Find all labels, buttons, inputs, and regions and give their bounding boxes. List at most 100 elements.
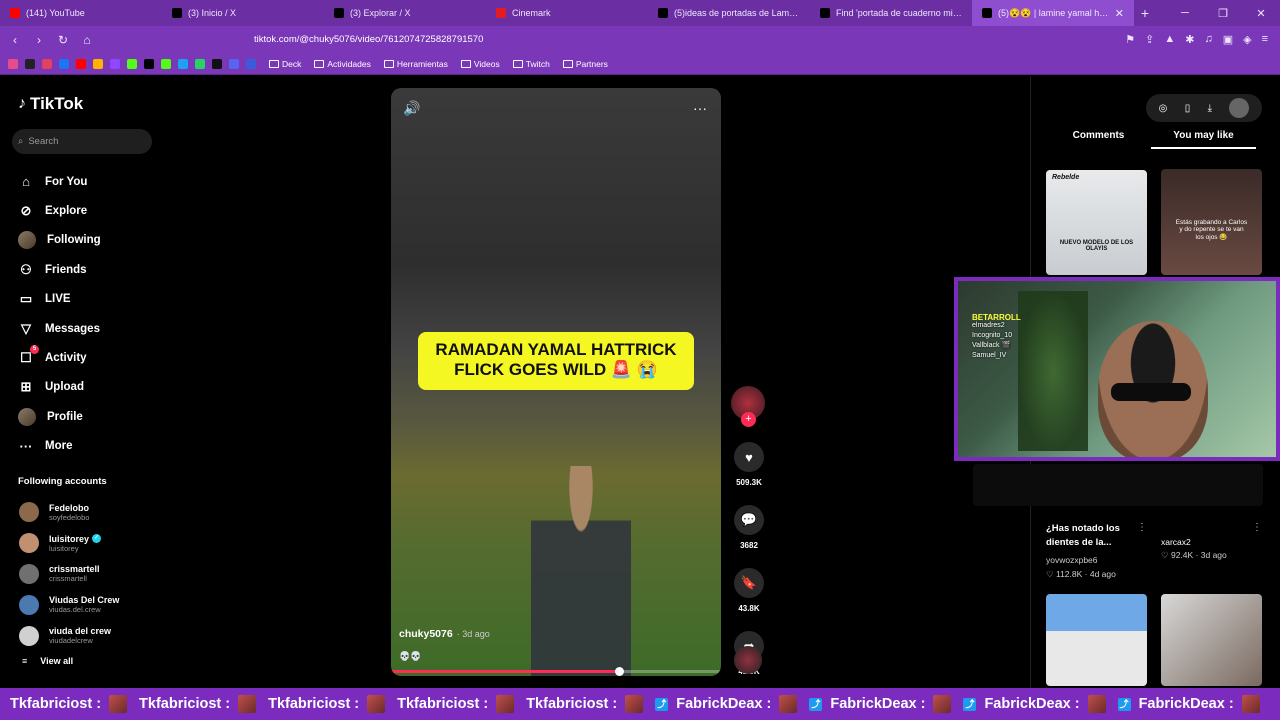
bookmark-folder[interactable]: Actividades: [314, 59, 371, 69]
bookmark-folder[interactable]: Deck: [269, 59, 301, 69]
back-icon[interactable]: ‹: [8, 33, 22, 47]
reload-icon[interactable]: ↻: [56, 33, 70, 47]
bookmark-favicon-icon[interactable]: [161, 58, 171, 69]
url-text[interactable]: tiktok.com/@chuky5076/video/761207472582…: [254, 34, 1115, 45]
tab-comments[interactable]: Comments: [1046, 130, 1151, 149]
following-account[interactable]: Viudas Del Crew viudas.del.crew: [19, 589, 119, 620]
nav-activity[interactable]: ☐ 5 Activity: [18, 343, 101, 372]
following-account[interactable]: viuda del crew viudadelcrew: [19, 620, 119, 651]
nav-messages[interactable]: ▽ Messages: [18, 314, 101, 343]
more-icon[interactable]: ⋮: [1137, 522, 1147, 533]
bookmark-favicon-icon[interactable]: [8, 58, 18, 69]
phone-icon[interactable]: ▯: [1185, 103, 1191, 114]
tab-you-may-like[interactable]: You may like: [1151, 130, 1256, 149]
user-avatar[interactable]: [1229, 98, 1250, 118]
reader-icon[interactable]: ⚑: [1125, 33, 1135, 46]
bookmark-favicon-icon[interactable]: [59, 58, 69, 69]
following-accounts-list: Fedelobo soyfedelobo luisitorey ✓ luisitorey…: [19, 497, 119, 651]
bookmark-favicon-icon[interactable]: [76, 58, 86, 69]
search-input[interactable]: ⌕ Search: [12, 129, 152, 154]
bookmark-favicon-icon[interactable]: [25, 58, 35, 69]
recommended-thumbnail[interactable]: Rebelde NUEVO MODELO DE LOS OLAYIS: [1046, 170, 1147, 275]
video-progress-bar[interactable]: [391, 667, 721, 676]
browser-tab[interactable]: Find 'portada de cuaderno milenka': [810, 0, 972, 26]
close-tab-icon[interactable]: ✕: [1115, 7, 1124, 20]
more-options-icon[interactable]: ···: [693, 100, 707, 116]
music-icon[interactable]: ♫: [1204, 33, 1212, 46]
explore-icon[interactable]: ◎: [1159, 103, 1168, 114]
video-author[interactable]: chuky5076 · 3d ago: [399, 628, 490, 640]
recommended-thumbnail[interactable]: [1046, 594, 1147, 686]
share-icon[interactable]: ⇪: [1145, 33, 1154, 46]
bookmark-folder[interactable]: Videos: [460, 59, 500, 69]
shield-icon[interactable]: ◈: [1243, 33, 1251, 46]
nav-live[interactable]: ▭ LIVE: [18, 285, 101, 314]
bookmark-folder[interactable]: Twitch: [512, 59, 550, 69]
minimize-icon[interactable]: ─: [1166, 7, 1204, 19]
browser-tab[interactable]: (3) Inicio / X: [162, 0, 324, 26]
video-player[interactable]: 🔊 ··· RAMADAN YAMAL HATTRICK FLICK GOES …: [391, 88, 721, 676]
comment-count: 3682: [740, 541, 758, 550]
download-icon[interactable]: ⤓: [1208, 103, 1212, 114]
extension-icon[interactable]: ▲: [1164, 33, 1175, 46]
wallet-icon[interactable]: ▣: [1223, 33, 1233, 46]
like-button[interactable]: ♥: [734, 442, 764, 472]
following-account[interactable]: Fedelobo soyfedelobo: [19, 497, 119, 528]
tiktok-logo[interactable]: ♪ TikTok: [18, 94, 83, 114]
bookmark-favicon-icon[interactable]: [93, 58, 103, 69]
puzzle-icon[interactable]: ✱: [1185, 33, 1194, 46]
nav-explore[interactable]: ⊘ Explore: [18, 196, 101, 225]
comment-button[interactable]: 💬: [734, 505, 764, 535]
menu-icon[interactable]: ≡: [1262, 33, 1268, 46]
bookmark-favicon-icon[interactable]: [178, 58, 188, 69]
nav-more[interactable]: ··· More: [18, 432, 101, 461]
new-tab-button[interactable]: +: [1134, 5, 1156, 21]
bookmark-favicon-icon[interactable]: [246, 58, 256, 69]
bookmark-favicon-icon[interactable]: [110, 58, 120, 69]
recommended-thumbnail[interactable]: Estás grabando a Carlos y do repente se …: [1161, 169, 1262, 275]
bookmark-favicon-icon[interactable]: [42, 58, 52, 69]
bookmark-favicon-icon[interactable]: [144, 58, 154, 69]
nav-friends[interactable]: ⚇ Friends: [18, 255, 101, 284]
browser-tab[interactable]: (5)😵😵 | lamine yamal hattr ✕: [972, 0, 1134, 26]
bookmark-folder[interactable]: Partners: [562, 58, 608, 69]
bookmark-label: Partners: [575, 58, 608, 69]
recommended-thumbnail[interactable]: [1161, 594, 1262, 686]
view-all-button[interactable]: ≡ View all: [22, 656, 73, 666]
volume-icon[interactable]: 🔊: [403, 100, 420, 117]
follow-plus-icon[interactable]: +: [741, 412, 756, 427]
bookmark-folder[interactable]: Herramientas: [383, 59, 448, 69]
recommended-title[interactable]: ¿Has notado los dientes de la...: [1046, 522, 1141, 550]
nav-profile[interactable]: Profile: [18, 402, 101, 431]
more-icon[interactable]: ⋮: [1252, 522, 1262, 533]
bookmark-favicon-icon[interactable]: [212, 58, 222, 69]
bookmark-favicon-icon[interactable]: [127, 58, 137, 69]
nav-upload[interactable]: ⊞ Upload: [18, 373, 101, 402]
following-account[interactable]: crissmartell crissmartell: [19, 559, 119, 590]
browser-tab[interactable]: (141) YouTube: [0, 0, 162, 26]
tab-title: Cinemark: [512, 8, 551, 18]
forward-icon[interactable]: ›: [32, 33, 46, 47]
nav-for-you[interactable]: ⌂ For You: [18, 167, 101, 196]
nav-following[interactable]: Following: [18, 226, 101, 255]
author-name[interactable]: chuky5076: [399, 628, 453, 640]
progress-handle[interactable]: [614, 667, 624, 676]
close-window-icon[interactable]: ✕: [1242, 7, 1280, 20]
recommended-author[interactable]: yovwozxpbe6: [1046, 555, 1098, 565]
browser-tab[interactable]: (5)ideas de portadas de Lamine Yam: [648, 0, 810, 26]
recommended-author[interactable]: xarcax2: [1161, 537, 1191, 547]
following-account[interactable]: luisitorey ✓ luisitorey: [19, 528, 119, 559]
music-disc-icon[interactable]: [734, 646, 762, 674]
bookmarks-bar: Deck Actividades Herramientas Videos Twitch P…: [0, 53, 1280, 75]
bookmark-favicon-icon[interactable]: [229, 58, 239, 69]
browser-tab[interactable]: Cinemark: [486, 0, 648, 26]
creator-avatar[interactable]: +: [731, 386, 765, 427]
ticker-username: Tkfabriciost :: [268, 696, 360, 712]
save-button[interactable]: 🔖: [734, 568, 764, 598]
bookmark-favicon-icon[interactable]: [195, 58, 205, 69]
home-icon[interactable]: ⌂: [80, 33, 94, 47]
tab-title: (5)😵😵 | lamine yamal hattr: [998, 7, 1109, 18]
account-name: Viudas Del Crew: [49, 595, 120, 606]
browser-tab[interactable]: (3) Explorar / X: [324, 0, 486, 26]
restore-icon[interactable]: ❐: [1204, 7, 1242, 20]
